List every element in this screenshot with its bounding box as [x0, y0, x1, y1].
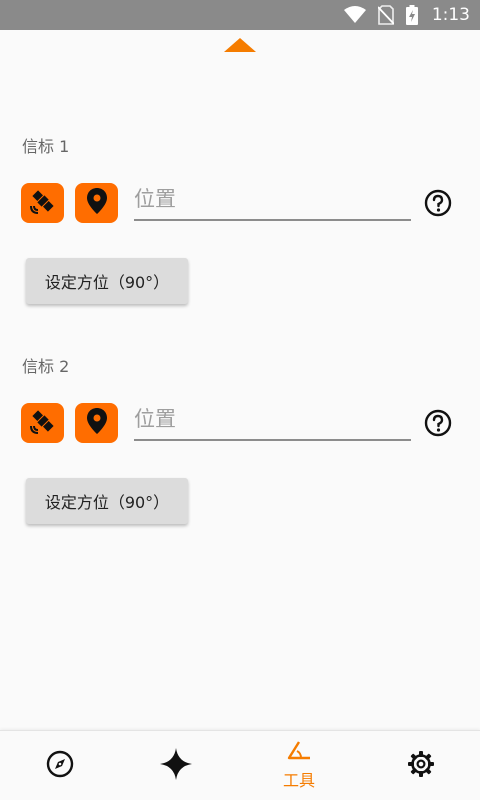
beacon-2-map-button[interactable]: [75, 403, 118, 443]
beacon-1-set-bearing-button[interactable]: 设定方位（90°）: [26, 258, 188, 304]
nav-item-tools[interactable]: 工具: [239, 731, 359, 800]
beacon-2-location-input[interactable]: [134, 403, 411, 441]
settings-gear-icon: [407, 750, 435, 782]
nav-item-astronomy[interactable]: [116, 731, 236, 800]
beacon-1-label: 信标 1: [22, 137, 70, 156]
status-bar: 1:13: [0, 0, 480, 30]
nav-item-tools-label: 工具: [282, 771, 315, 790]
beacon-1-help-icon[interactable]: [424, 189, 452, 217]
wifi-icon: [343, 6, 366, 24]
status-time: 1:13: [431, 5, 470, 25]
angle-tool-icon: [286, 741, 312, 765]
bottom-navigation: 工具: [0, 730, 480, 800]
beacon-1-map-button[interactable]: [75, 183, 118, 223]
beacon-2-help-icon[interactable]: [424, 409, 452, 437]
satellite-icon: [29, 407, 57, 439]
beacon-1-gps-button[interactable]: [21, 183, 64, 223]
beacon-2-gps-button[interactable]: [21, 403, 64, 443]
location-pin-icon: [86, 407, 108, 439]
astronomy-star-icon: [159, 747, 193, 785]
beacon-1-location-input[interactable]: [134, 183, 411, 221]
beacon-2-set-bearing-button[interactable]: 设定方位（90°）: [26, 478, 188, 524]
location-pin-icon: [86, 187, 108, 219]
compass-icon: [46, 750, 74, 782]
nav-item-settings[interactable]: [361, 731, 480, 800]
satellite-icon: [29, 187, 57, 219]
battery-charging-icon: [405, 5, 418, 25]
beacon-2-label: 信标 2: [22, 357, 70, 376]
collapse-arrow-icon[interactable]: [224, 38, 256, 52]
nav-item-navigation[interactable]: [0, 731, 120, 800]
no-sim-icon: [377, 5, 394, 25]
